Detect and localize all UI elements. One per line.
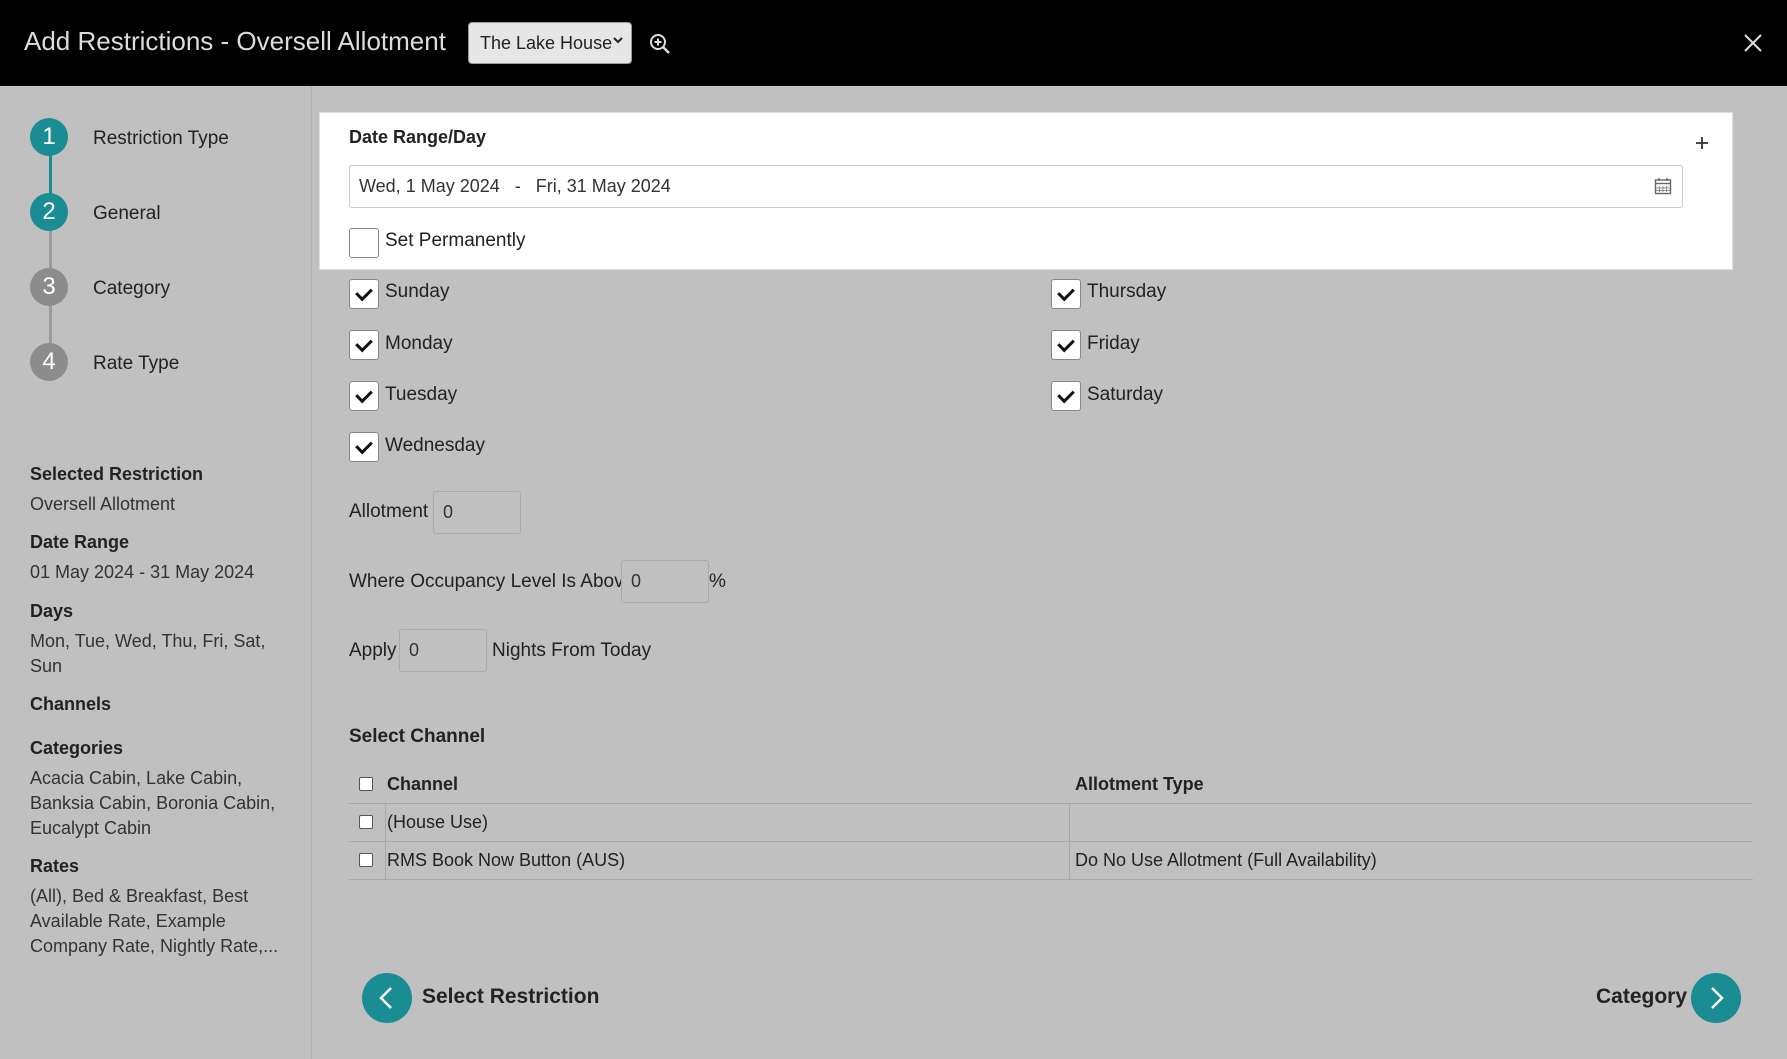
date-range-card: Date Range/Day Wed, 1 May 2024 - Fri, 31… [319, 112, 1733, 270]
channel-table: Channel Allotment Type (House Use) RMS B… [349, 766, 1753, 880]
occupancy-unit: % [709, 571, 726, 592]
chevron-down-icon [613, 37, 623, 44]
date-range-input-value: Wed, 1 May 2024 - Fri, 31 May 2024 [359, 176, 671, 196]
channel-cell: (House Use) [387, 812, 489, 832]
step-3-label[interactable]: Category [93, 278, 170, 300]
summary-restriction-value: Oversell Allotment [30, 494, 176, 514]
summary-rates-value: (All), Bed & Breakfast, Best Available R… [30, 886, 279, 956]
wednesday-label: Wednesday [385, 435, 485, 456]
summary-days-value: Mon, Tue, Wed, Thu, Fri, Sat, Sun [30, 631, 266, 676]
column-header-allotment-type: Allotment Type [1075, 774, 1204, 794]
select-channel-title: Select Channel [349, 726, 486, 747]
column-header-channel: Channel [387, 774, 459, 794]
monday-checkbox[interactable] [349, 330, 379, 360]
apply-suffix: Nights From Today [492, 640, 652, 661]
friday-label: Friday [1087, 333, 1140, 354]
summary-categories-value: Acacia Cabin, Lake Cabin, Banksia Cabin,… [30, 768, 276, 838]
top-bar: Add Restrictions - Oversell Allotment Th… [0, 0, 1787, 86]
apply-nights-input[interactable]: 0 [399, 629, 487, 672]
occupancy-input-value: 0 [631, 571, 642, 591]
monday-label: Monday [385, 333, 453, 354]
summary-date-range-heading: Date Range [30, 532, 130, 552]
tuesday-checkbox[interactable] [349, 381, 379, 411]
tuesday-label: Tuesday [385, 384, 458, 405]
sunday-label: Sunday [385, 281, 450, 302]
zoom-in-icon[interactable] [649, 33, 671, 55]
column-divider [385, 842, 386, 879]
step-2-marker[interactable]: 2 [30, 193, 68, 231]
allotment-input[interactable]: 0 [433, 491, 521, 534]
thursday-checkbox[interactable] [1051, 279, 1081, 309]
step-1-marker[interactable]: 1 [30, 118, 68, 156]
summary-days-heading: Days [30, 601, 74, 621]
sidebar: 1 Restriction Type 2 General 3 Category … [0, 86, 312, 1059]
apply-nights-input-value: 0 [409, 640, 420, 660]
allotment-type-cell: Do No Use Allotment (Full Availability) [1075, 850, 1377, 870]
sunday-checkbox[interactable] [349, 279, 379, 309]
saturday-checkbox[interactable] [1051, 381, 1081, 411]
date-range-input[interactable]: Wed, 1 May 2024 - Fri, 31 May 2024 [349, 165, 1683, 208]
set-permanently-checkbox[interactable] [349, 228, 379, 258]
column-divider [385, 804, 386, 841]
allotment-label: Allotment [349, 501, 429, 522]
date-range-title: Date Range/Day [349, 127, 487, 147]
occupancy-input[interactable]: 0 [621, 560, 709, 603]
close-icon[interactable] [1742, 32, 1764, 54]
plus-icon[interactable] [1694, 135, 1710, 151]
step-2-label[interactable]: General [93, 203, 161, 225]
friday-checkbox[interactable] [1051, 330, 1081, 360]
step-4-label[interactable]: Rate Type [93, 353, 179, 375]
column-divider [1069, 842, 1070, 879]
occupancy-label: Where Occupancy Level Is Above [349, 571, 635, 592]
row-checkbox[interactable] [359, 815, 373, 829]
step-4-marker[interactable]: 4 [30, 343, 68, 381]
property-select[interactable]: The Lake House [468, 22, 632, 64]
summary-restriction-heading: Selected Restriction [30, 464, 204, 484]
select-all-checkbox[interactable] [359, 777, 373, 791]
saturday-label: Saturday [1087, 384, 1164, 405]
table-row[interactable]: RMS Book Now Button (AUS) Do No Use Allo… [349, 842, 1753, 880]
back-button[interactable] [362, 973, 412, 1023]
table-row[interactable]: (House Use) [349, 804, 1753, 842]
set-permanently-label: Set Permanently [385, 230, 526, 251]
calendar-icon[interactable] [1654, 177, 1672, 195]
row-checkbox[interactable] [359, 853, 373, 867]
next-button[interactable] [1691, 973, 1741, 1023]
step-1-label[interactable]: Restriction Type [93, 128, 229, 150]
wednesday-checkbox[interactable] [349, 432, 379, 462]
summary-categories-heading: Categories [30, 738, 124, 758]
summary-rates-heading: Rates [30, 856, 80, 876]
table-header-row: Channel Allotment Type [349, 766, 1753, 804]
column-divider [1069, 804, 1070, 841]
chevron-right-icon [1711, 987, 1724, 1009]
channel-cell: RMS Book Now Button (AUS) [387, 850, 626, 870]
chevron-left-icon [379, 987, 392, 1009]
next-button-label[interactable]: Category [1596, 985, 1687, 1009]
summary-channels-heading: Channels [30, 694, 112, 714]
allotment-input-value: 0 [443, 502, 454, 522]
summary-date-range-value: 01 May 2024 - 31 May 2024 [30, 562, 255, 582]
thursday-label: Thursday [1087, 281, 1167, 302]
property-select-value: The Lake House [480, 32, 613, 53]
page-title: Add Restrictions - Oversell Allotment [24, 26, 446, 56]
back-button-label[interactable]: Select Restriction [422, 985, 599, 1009]
step-3-marker[interactable]: 3 [30, 268, 68, 306]
apply-label: Apply [349, 640, 397, 661]
